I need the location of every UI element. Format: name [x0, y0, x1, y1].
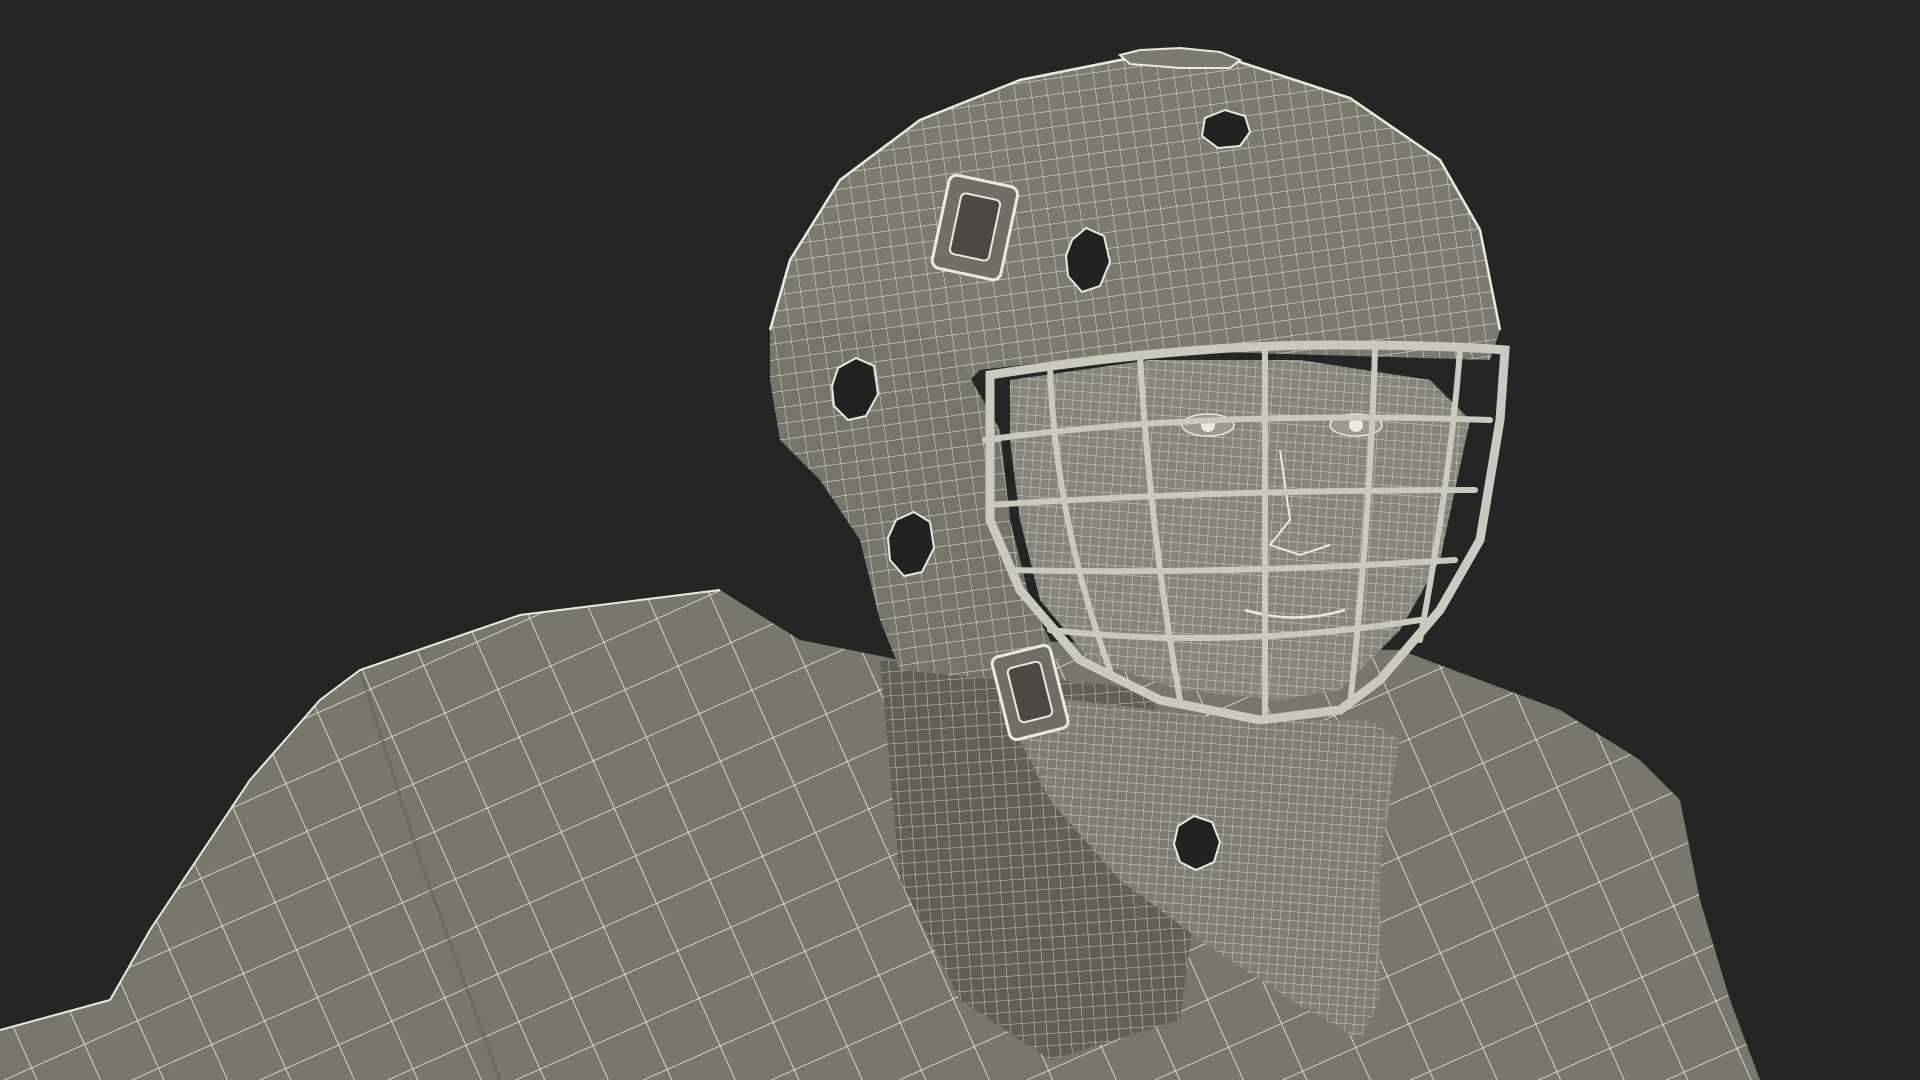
- jersey-torso: [0, 589, 1760, 1080]
- render-viewport: [0, 0, 1920, 1080]
- wireframe-scene: [0, 46, 1760, 1080]
